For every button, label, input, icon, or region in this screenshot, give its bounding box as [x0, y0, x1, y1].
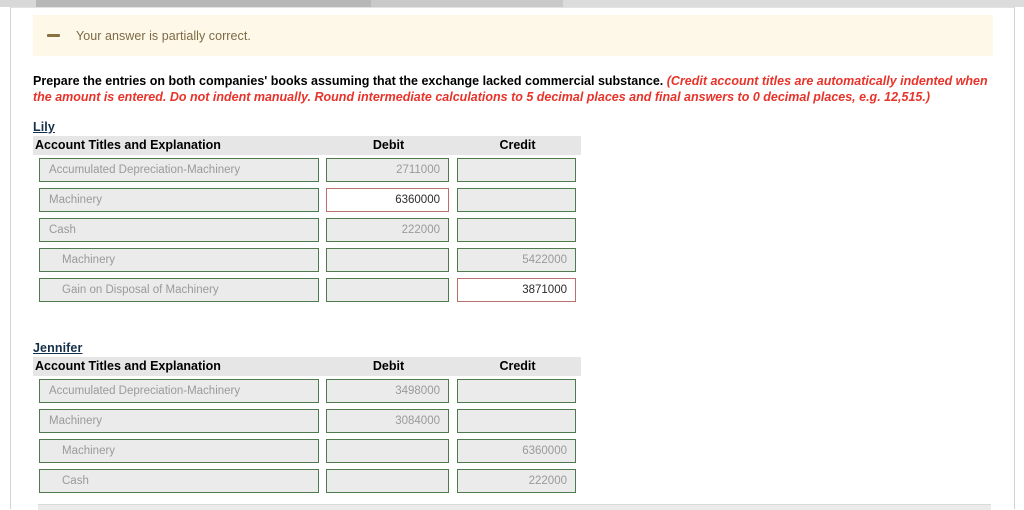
assignment-content: Your answer is partially correct. Prepar…	[33, 15, 993, 496]
debit-amount-cell: 6360000	[323, 185, 454, 215]
journal-entry-row: Cash 222000	[33, 466, 581, 496]
debit-amount-cell	[323, 245, 454, 275]
journal-entry-row: Accumulated Depreciation-Machinery 349800…	[33, 376, 581, 406]
credit-amount-cell: 6360000	[454, 436, 581, 466]
debit-amount-field[interactable]	[326, 248, 449, 272]
account-title-cell: Machinery	[33, 245, 323, 275]
chrome-segment-left	[0, 0, 36, 7]
instruction-main: Prepare the entries on both companies' b…	[33, 74, 667, 88]
status-banner-text: Your answer is partially correct.	[76, 28, 251, 43]
account-title-cell: Gain on Disposal of Machinery	[33, 275, 323, 305]
account-title-field[interactable]: Machinery	[39, 248, 319, 272]
column-header-account-titles: Account Titles and Explanation	[33, 136, 323, 155]
journal-entry-row: Machinery 3084000	[33, 406, 581, 436]
table-header-row: Account Titles and Explanation Debit Cre…	[33, 357, 581, 376]
journal-block-lily: Lily Account Titles and Explanation Debi…	[33, 118, 993, 305]
company-label-lily: Lily	[33, 120, 55, 134]
debit-amount-field[interactable]: 3498000	[326, 379, 449, 403]
credit-amount-field[interactable]	[457, 218, 576, 242]
table-header-row: Account Titles and Explanation Debit Cre…	[33, 136, 581, 155]
account-title-field[interactable]: Accumulated Depreciation-Machinery	[39, 158, 319, 182]
debit-amount-field[interactable]	[326, 439, 449, 463]
credit-amount-cell	[454, 376, 581, 406]
journal-entry-row: Machinery 6360000	[33, 436, 581, 466]
journal-entry-row: Gain on Disposal of Machinery 3871000	[33, 275, 581, 305]
debit-amount-field[interactable]: 2711000	[326, 158, 449, 182]
credit-amount-field[interactable]: 5422000	[457, 248, 576, 272]
journal-block-jennifer: Jennifer Account Titles and Explanation …	[33, 339, 993, 496]
account-title-field[interactable]: Cash	[39, 218, 319, 242]
debit-amount-field[interactable]: 222000	[326, 218, 449, 242]
credit-amount-field[interactable]	[457, 158, 576, 182]
chrome-segment-tabbar	[36, 0, 371, 7]
debit-amount-field[interactable]: 6360000	[326, 188, 449, 212]
assignment-page-frame: Your answer is partially correct. Prepar…	[10, 7, 1015, 510]
status-banner: Your answer is partially correct.	[33, 15, 993, 56]
debit-amount-field[interactable]: 3084000	[326, 409, 449, 433]
minus-dash-icon	[47, 34, 60, 37]
instruction-text: Prepare the entries on both companies' b…	[33, 74, 991, 105]
credit-amount-field[interactable]	[457, 379, 576, 403]
journal-rows-jennifer: Accumulated Depreciation-Machinery 349800…	[33, 376, 581, 496]
journal-entry-row: Accumulated Depreciation-Machinery 271100…	[33, 155, 581, 185]
debit-amount-cell	[323, 275, 454, 305]
account-title-field[interactable]: Machinery	[39, 188, 319, 212]
debit-amount-cell	[323, 436, 454, 466]
debit-amount-cell: 3498000	[323, 376, 454, 406]
account-title-cell: Machinery	[33, 185, 323, 215]
credit-amount-cell	[454, 185, 581, 215]
account-title-field[interactable]: Gain on Disposal of Machinery	[39, 278, 319, 302]
credit-amount-field[interactable]	[457, 188, 576, 212]
column-header-debit: Debit	[323, 136, 454, 155]
journal-entry-row: Machinery 5422000	[33, 245, 581, 275]
column-header-credit: Credit	[454, 136, 581, 155]
account-title-field[interactable]: Cash	[39, 469, 319, 493]
debit-amount-cell: 222000	[323, 215, 454, 245]
journal-rows-lily: Accumulated Depreciation-Machinery 271100…	[33, 155, 581, 305]
journal-entry-row: Cash 222000	[33, 215, 581, 245]
credit-amount-cell	[454, 406, 581, 436]
credit-amount-cell	[454, 155, 581, 185]
credit-amount-cell: 5422000	[454, 245, 581, 275]
browser-chrome-strip	[0, 0, 1024, 7]
account-title-cell: Cash	[33, 215, 323, 245]
journal-entry-row: Machinery 6360000	[33, 185, 581, 215]
credit-amount-cell: 222000	[454, 466, 581, 496]
account-title-cell: Machinery	[33, 406, 323, 436]
debit-amount-field[interactable]	[326, 278, 449, 302]
column-header-debit: Debit	[323, 357, 454, 376]
journal-table-jennifer: Account Titles and Explanation Debit Cre…	[33, 357, 581, 496]
account-title-field[interactable]: Machinery	[39, 409, 319, 433]
credit-amount-cell	[454, 215, 581, 245]
journal-table-lily: Account Titles and Explanation Debit Cre…	[33, 136, 581, 305]
credit-amount-field[interactable]: 3871000	[457, 278, 576, 302]
chrome-segment-right	[563, 0, 1024, 7]
company-label-jennifer: Jennifer	[33, 341, 83, 355]
debit-amount-cell: 2711000	[323, 155, 454, 185]
credit-amount-field[interactable]: 222000	[457, 469, 576, 493]
account-title-cell: Machinery	[33, 436, 323, 466]
section-divider	[38, 504, 991, 510]
debit-amount-cell	[323, 466, 454, 496]
debit-amount-field[interactable]	[326, 469, 449, 493]
credit-amount-cell: 3871000	[454, 275, 581, 305]
credit-amount-field[interactable]: 6360000	[457, 439, 576, 463]
credit-amount-field[interactable]	[457, 409, 576, 433]
column-header-credit: Credit	[454, 357, 581, 376]
account-title-cell: Accumulated Depreciation-Machinery	[33, 155, 323, 185]
debit-amount-cell: 3084000	[323, 406, 454, 436]
account-title-cell: Cash	[33, 466, 323, 496]
account-title-cell: Accumulated Depreciation-Machinery	[33, 376, 323, 406]
account-title-field[interactable]: Machinery	[39, 439, 319, 463]
column-header-account-titles: Account Titles and Explanation	[33, 357, 323, 376]
account-title-field[interactable]: Accumulated Depreciation-Machinery	[39, 379, 319, 403]
